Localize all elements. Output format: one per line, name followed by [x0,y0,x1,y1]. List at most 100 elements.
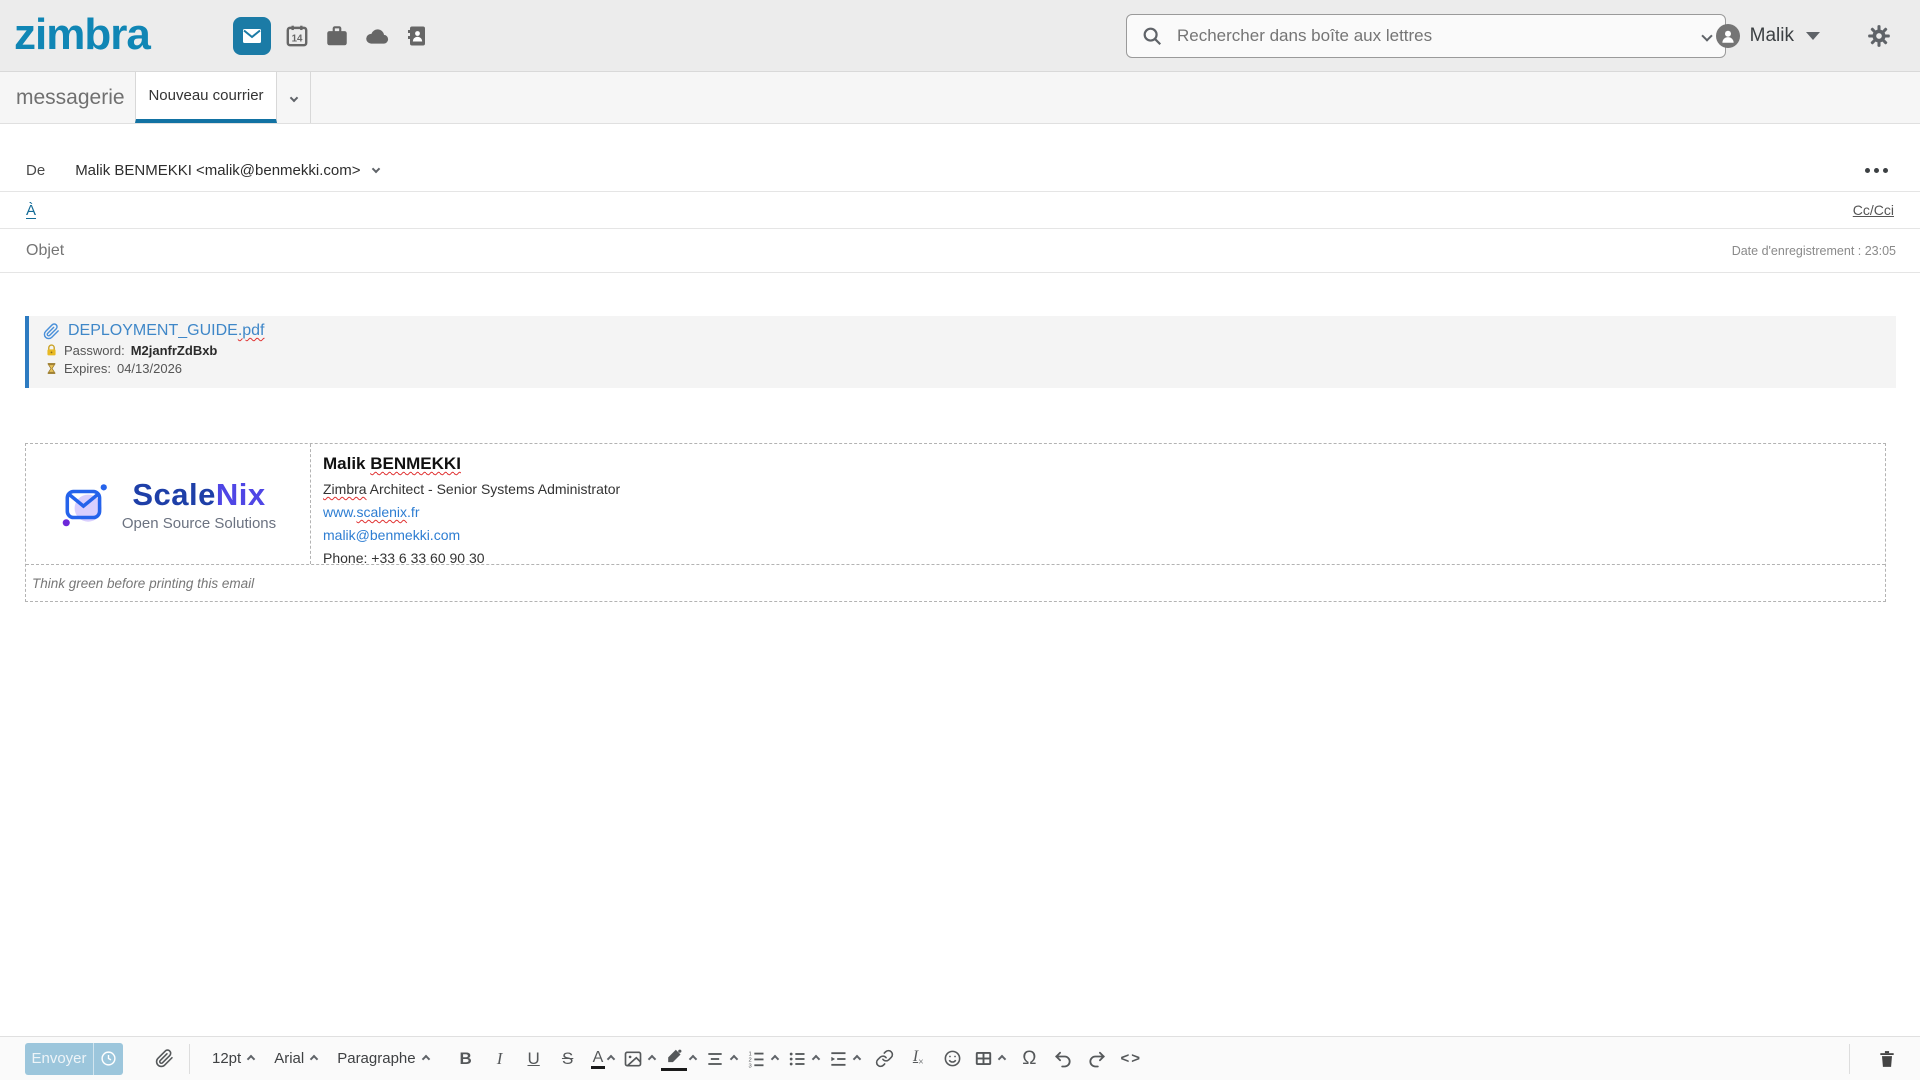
from-address[interactable]: Malik BENMEKKI <malik@benmekki.com> [75,162,360,179]
search-icon [1141,25,1163,47]
cloud-app-icon[interactable] [357,16,397,56]
app-section-label: messagerie [0,86,135,110]
indent-chevron-icon[interactable] [853,1054,861,1062]
cc-bcc-toggle[interactable]: Cc/Cci [1853,202,1894,218]
attachment-expiry-line: Expires: 04/13/2026 [45,361,1896,376]
compose-toolbar: Envoyer 12pt Arial Paragraphe B I U S A [0,1036,1920,1080]
numbered-list-chevron-icon[interactable] [771,1054,779,1062]
title-word1: Zimbra [323,481,367,497]
subject-field-label: Objet [26,242,64,260]
align-chevron-icon[interactable] [730,1054,738,1062]
scalenix-brand: ScaleNix Open Source Solutions [122,477,276,532]
attachment-filename: DEPLOYMENT_GUIDE [68,322,238,339]
tab-label: Nouveau courrier [148,87,263,104]
attachment-file-link[interactable]: DEPLOYMENT_GUIDE.pdf [68,322,265,340]
font-size-value: 12pt [212,1050,241,1067]
subject-row[interactable]: Objet Date d'enregistrement : 23:05 [0,229,1920,273]
font-family-value: Arial [274,1050,304,1067]
bold-button[interactable]: B [453,1049,479,1069]
italic-button[interactable]: I [487,1049,513,1069]
signature-block: ScaleNix Open Source Solutions Malik BEN… [25,443,1886,602]
redo-button[interactable] [1084,1044,1110,1074]
highlight-color-chevron-icon[interactable] [689,1054,697,1062]
indent-button[interactable] [825,1044,851,1074]
source-code-button[interactable]: <> [1118,1044,1144,1074]
user-cluster: Malik [1716,0,1892,72]
hourglass-icon [45,362,58,375]
undo-button[interactable] [1050,1044,1076,1074]
bullet-list-chevron-icon[interactable] [812,1054,820,1062]
tab-actions-chevron-icon[interactable] [277,72,311,123]
signature-title: Zimbra Architect - Senior Systems Admini… [323,481,1885,497]
attach-file-button[interactable] [151,1044,177,1074]
password-label: Password: [64,343,125,358]
to-field-label[interactable]: À [26,202,36,219]
from-row: De Malik BENMEKKI <malik@benmekki.com> [0,124,1920,192]
user-menu-chevron-icon[interactable] [1806,32,1820,40]
send-split-button: Envoyer [25,1043,123,1075]
signature-footer-row: Think green before printing this email [26,565,1885,601]
signature-website: www.scalenix.fr [323,504,1885,520]
insert-image-chevron-icon[interactable] [648,1054,656,1062]
paragraph-style-select[interactable]: Paragraphe [337,1050,428,1067]
signature-contact-cell: Malik BENMEKKI Zimbra Architect - Senior… [311,444,1885,564]
briefcase-app-icon[interactable] [317,16,357,56]
font-size-select[interactable]: 12pt [212,1050,254,1067]
user-avatar[interactable] [1716,24,1740,48]
email-link[interactable]: malik@benmekki.com [323,527,460,543]
signature-phone: Phone: +33 6 33 60 90 30 [323,550,1885,566]
calendar-app-icon[interactable]: 14 [277,16,317,56]
toolbar-divider [189,1044,190,1074]
search-input[interactable] [1177,26,1703,46]
contacts-app-icon[interactable] [397,16,437,56]
app-switcher: 14 [233,0,437,72]
clear-formatting-button[interactable]: I× [905,1044,931,1074]
delete-draft-button[interactable] [1874,1044,1900,1074]
more-options-button[interactable] [1865,168,1888,173]
from-chevron-icon[interactable] [371,165,379,173]
tab-nouveau-courrier[interactable]: Nouveau courrier [135,72,277,123]
to-row[interactable]: À Cc/Cci [0,192,1920,229]
underline-button[interactable]: U [521,1049,547,1069]
insert-table-button[interactable] [970,1044,996,1074]
autosave-timestamp: Date d'enregistrement : 23:05 [1732,244,1896,258]
font-color-button[interactable]: A [591,1049,606,1069]
search-bar[interactable] [1126,14,1726,58]
svg-text:3: 3 [749,1063,752,1069]
title-rest: Architect - Senior Systems Administrator [367,481,621,497]
numbered-list-button[interactable]: 123 [743,1044,769,1074]
lock-icon [45,344,58,357]
password-value: M2janfrZdBxb [131,343,218,358]
insert-image-button[interactable] [620,1044,646,1074]
insert-table-chevron-icon[interactable] [998,1054,1006,1062]
site-post: .fr [407,504,419,520]
brand-tagline: Open Source Solutions [122,515,276,532]
schedule-send-button[interactable] [93,1043,123,1075]
highlight-color-button[interactable] [661,1047,687,1071]
emoji-button[interactable] [939,1044,965,1074]
app-header: zimbra 14 Malik [0,0,1920,72]
brand-part2: Nix [216,477,266,512]
scalenix-envelope-icon [60,480,110,528]
send-button[interactable]: Envoyer [25,1043,93,1075]
compose-headers: De Malik BENMEKKI <malik@benmekki.com> À… [0,124,1920,273]
user-menu[interactable]: Malik [1750,25,1794,47]
search-options-chevron-icon[interactable] [1701,30,1712,41]
svg-text:14: 14 [292,33,303,44]
website-link[interactable]: www.scalenix.fr [323,504,420,520]
font-color-chevron-icon[interactable] [607,1054,615,1062]
tab-bar: messagerie Nouveau courrier [0,72,1920,124]
paperclip-icon [43,323,60,340]
font-family-select[interactable]: Arial [274,1050,317,1067]
toolbar-right-divider [1849,1044,1850,1074]
signature-name: Malik BENMEKKI [323,454,1885,474]
mail-app-icon[interactable] [233,17,271,55]
zimbra-logo: zimbra [14,10,150,60]
special-char-button[interactable]: Ω [1016,1044,1042,1074]
paragraph-style-value: Paragraphe [337,1050,415,1067]
strikethrough-button[interactable]: S [555,1049,581,1069]
align-button[interactable] [702,1044,728,1074]
insert-link-button[interactable] [871,1044,897,1074]
bullet-list-button[interactable] [784,1044,810,1074]
settings-gear-icon[interactable] [1866,23,1892,49]
